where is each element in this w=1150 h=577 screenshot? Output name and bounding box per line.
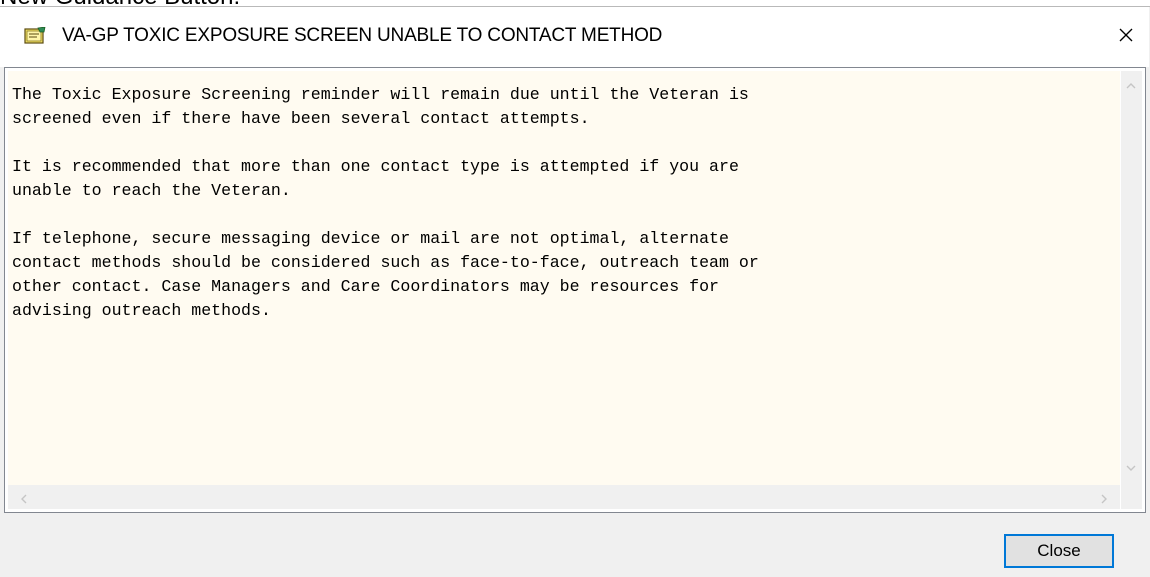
page: New Guidance Button: VA-GP TOXIC EXPOSUR… — [0, 0, 1150, 577]
scroll-down-icon[interactable] — [1126, 461, 1136, 475]
memo-frame: The Toxic Exposure Screening reminder wi… — [4, 67, 1146, 513]
close-icon — [1118, 27, 1134, 48]
guidance-text: The Toxic Exposure Screening reminder wi… — [12, 83, 759, 323]
text-line — [12, 131, 759, 155]
scroll-up-icon[interactable] — [1126, 79, 1136, 93]
window-title: VA-GP TOXIC EXPOSURE SCREEN UNABLE TO CO… — [62, 25, 663, 46]
text-line: It is recommended that more than one con… — [12, 157, 739, 176]
text-line: advising outreach methods. — [12, 301, 271, 320]
scroll-corner — [1121, 485, 1142, 509]
notepad-icon — [24, 26, 46, 45]
window-close-button[interactable] — [1103, 7, 1149, 67]
dialog-footer: Close — [0, 517, 1150, 577]
scroll-right-icon[interactable] — [1100, 493, 1108, 507]
text-line: The Toxic Exposure Screening reminder wi… — [12, 85, 749, 104]
text-line: screened even if there have been several… — [12, 109, 590, 128]
vertical-scrollbar[interactable] — [1121, 71, 1142, 485]
text-line: other contact. Case Managers and Care Co… — [12, 277, 720, 296]
horizontal-scrollbar[interactable] — [8, 485, 1120, 509]
text-line — [12, 203, 759, 227]
title-bar[interactable]: VA-GP TOXIC EXPOSURE SCREEN UNABLE TO CO… — [0, 7, 1149, 67]
dialog-window: VA-GP TOXIC EXPOSURE SCREEN UNABLE TO CO… — [0, 6, 1150, 577]
close-button[interactable]: Close — [1004, 534, 1114, 568]
text-line: If telephone, secure messaging device or… — [12, 229, 729, 248]
guidance-text-area[interactable]: The Toxic Exposure Screening reminder wi… — [8, 71, 1120, 485]
text-line: contact methods should be considered suc… — [12, 253, 759, 272]
text-line: unable to reach the Veteran. — [12, 181, 291, 200]
scroll-left-icon[interactable] — [20, 493, 28, 507]
